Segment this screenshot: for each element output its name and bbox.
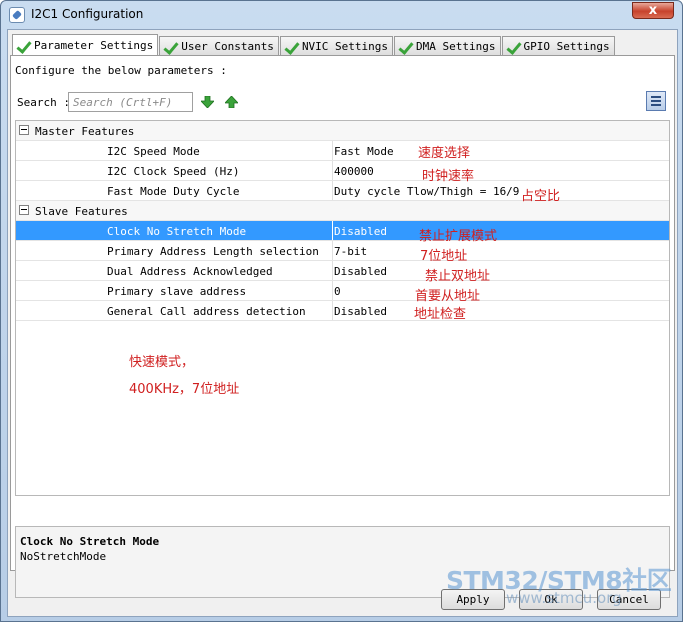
annotation-speed: 速度选择: [418, 146, 471, 161]
annotation-duty: 占空比: [521, 189, 561, 204]
property-name: Primary Address Length selection: [107, 245, 319, 258]
group-master-features[interactable]: Master Features: [16, 121, 669, 141]
search-input[interactable]: [68, 92, 193, 112]
collapse-icon[interactable]: [19, 125, 29, 135]
table-row[interactable]: I2C Speed Mode Fast Mode: [16, 141, 669, 161]
table-row[interactable]: I2C Clock Speed (Hz) 400000: [16, 161, 669, 181]
tab-label: GPIO Settings: [523, 40, 610, 53]
close-button[interactable]: x: [632, 2, 674, 19]
tab-dma-settings[interactable]: DMA Settings: [394, 36, 501, 56]
check-icon: [505, 40, 521, 54]
check-icon: [15, 39, 31, 53]
description-title: Clock No Stretch Mode: [20, 535, 160, 548]
property-name: Primary slave address: [107, 285, 247, 298]
group-label: Master Features: [35, 125, 135, 138]
property-name: I2C Clock Speed (Hz): [107, 165, 240, 178]
property-value[interactable]: Duty cycle Tlow/Thigh = 16/9: [334, 185, 519, 198]
property-value[interactable]: Disabled: [334, 225, 387, 238]
property-grid: Master Features I2C Speed Mode Fast Mode…: [15, 120, 670, 496]
table-row[interactable]: Primary slave address 0: [16, 281, 669, 301]
annotation-addr7: 7位地址: [420, 249, 468, 264]
arrow-up-icon[interactable]: [225, 96, 238, 108]
tab-label: NVIC Settings: [301, 40, 389, 53]
group-label: Slave Features: [35, 205, 128, 218]
annotation-general: 地址检查: [414, 307, 467, 322]
group-slave-features[interactable]: Slave Features: [16, 201, 669, 221]
tab-gpio-settings[interactable]: GPIO Settings: [501, 36, 615, 56]
property-name: General Call address detection: [107, 305, 306, 318]
table-row[interactable]: Primary Address Length selection 7-bit: [16, 241, 669, 261]
table-row[interactable]: Dual Address Acknowledged Disabled: [16, 261, 669, 281]
table-row[interactable]: Clock No Stretch Mode Disabled: [16, 221, 669, 241]
app-icon: [9, 7, 25, 23]
tab-label: Parameter Settings: [34, 39, 154, 52]
property-name: Clock No Stretch Mode: [107, 225, 247, 238]
title-bar[interactable]: I2C1 Configuration x: [1, 1, 682, 29]
property-value[interactable]: Disabled: [334, 305, 387, 318]
annotation-dual: 禁止双地址: [425, 269, 491, 284]
annotation-nostretch: 禁止扩展模式: [419, 229, 498, 244]
configuration-window: I2C1 Configuration x Parameter Settings …: [0, 0, 683, 622]
tab-user-constants[interactable]: User Constants: [159, 36, 279, 56]
list-view-icon[interactable]: [646, 91, 666, 111]
tab-parameter-settings[interactable]: Parameter Settings: [12, 34, 159, 56]
property-value[interactable]: Fast Mode: [334, 145, 394, 158]
check-icon: [162, 40, 178, 54]
property-name: Fast Mode Duty Cycle: [107, 185, 240, 198]
window-title: I2C1 Configuration: [31, 7, 144, 21]
annotation-note-2: 400KHz，7位地址: [129, 382, 240, 397]
client-area: Parameter Settings User Constants NVIC S…: [7, 29, 678, 617]
property-name: I2C Speed Mode: [107, 145, 200, 158]
annotation-clock: 时钟速率: [422, 169, 475, 184]
annotation-note-1: 快速模式，: [129, 355, 195, 370]
description-text: NoStretchMode: [20, 550, 107, 563]
tab-label: DMA Settings: [416, 40, 496, 53]
property-value[interactable]: 0: [334, 285, 341, 298]
property-name: Dual Address Acknowledged: [107, 265, 273, 278]
property-value[interactable]: 400000: [334, 165, 374, 178]
watermark-url: www.stmcu.org: [506, 589, 622, 607]
property-value[interactable]: Disabled: [334, 265, 387, 278]
collapse-icon[interactable]: [19, 205, 29, 215]
parameter-panel: Configure the below parameters : Search …: [10, 55, 675, 598]
tab-nvic-settings[interactable]: NVIC Settings: [279, 36, 394, 56]
search-label: Search :: [17, 96, 70, 109]
tab-bar: Parameter Settings User Constants NVIC S…: [12, 34, 616, 56]
intro-text: Configure the below parameters :: [15, 64, 227, 77]
check-icon: [283, 40, 299, 54]
check-icon: [397, 40, 413, 54]
table-row[interactable]: Fast Mode Duty Cycle Duty cycle Tlow/Thi…: [16, 181, 669, 201]
tab-label: User Constants: [181, 40, 274, 53]
property-value[interactable]: 7-bit: [334, 245, 367, 258]
annotation-primary: 首要从地址: [415, 289, 481, 304]
arrow-down-icon[interactable]: [201, 96, 214, 108]
table-row[interactable]: General Call address detection Disabled: [16, 301, 669, 321]
